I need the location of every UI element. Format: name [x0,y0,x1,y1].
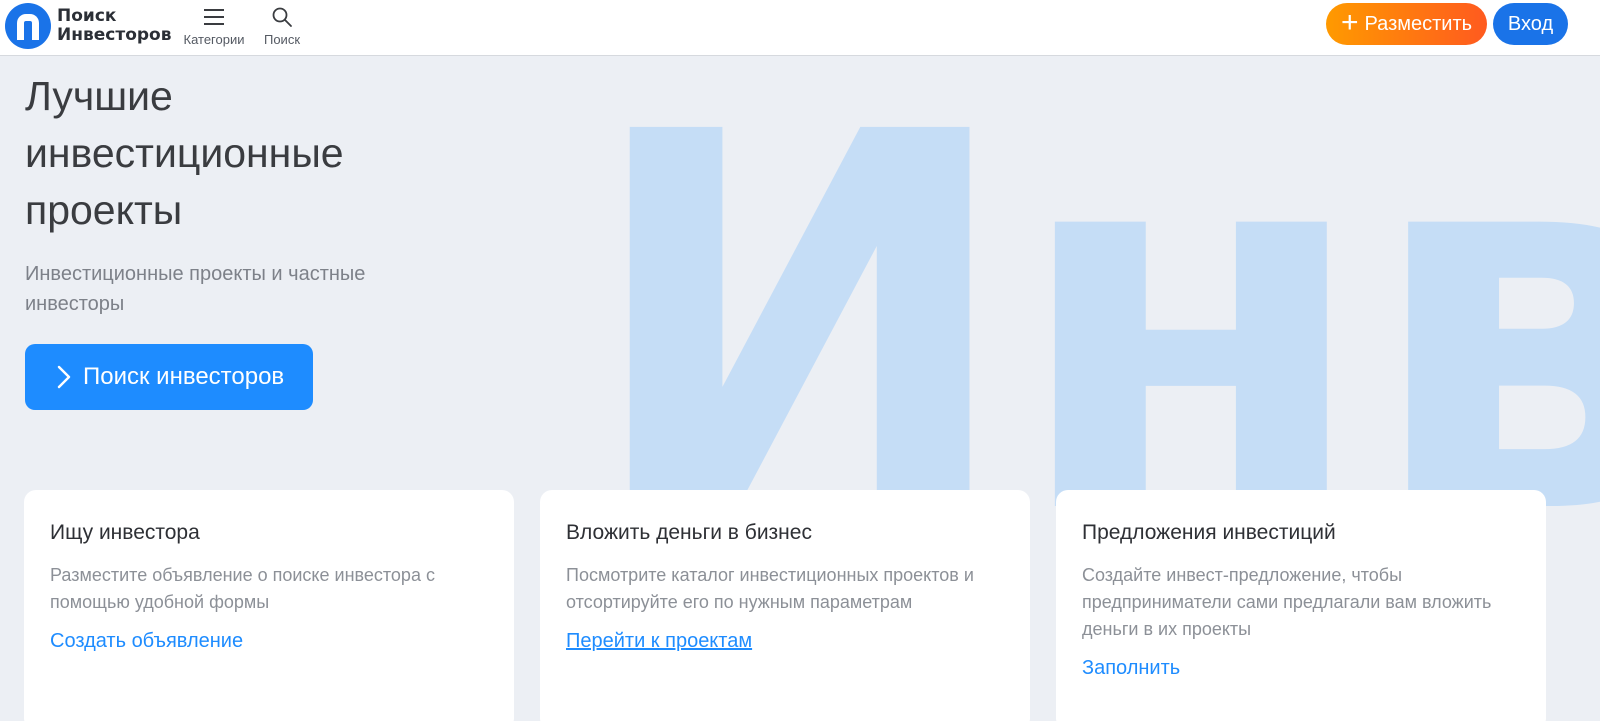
card-find-investor: Ищу инвестора Разместите объявление о по… [24,490,514,721]
hero-section: Инв Лучшие инвестиционные проекты Инвест… [0,56,1600,721]
login-label: Вход [1507,12,1554,35]
nav-categories[interactable]: Категории [183,3,245,47]
menu-icon [203,3,225,31]
card-text: Посмотрите каталог инвестиционных проект… [566,565,974,612]
card-title: Вложить деньги в бизнес [566,521,812,544]
post-ad-button[interactable]: + Разместить [1326,3,1487,45]
page-title: Лучшие инвестиционные проекты [25,73,344,233]
card-title: Предложения инвестиций [1082,521,1336,544]
logo-text: Поиск Инвесторов [57,7,171,45]
post-ad-label: Разместить [1364,12,1473,35]
login-button[interactable]: Вход [1493,3,1568,45]
chevron-right-icon [57,365,71,389]
logo-line-2: Инвесторов [57,25,172,45]
nav-search-label: Поиск [263,32,301,47]
search-investors-button[interactable]: Поиск инвесторов [25,344,313,410]
card-invest-in-business: Вложить деньги в бизнес Посмотрите катал… [540,490,1030,721]
card-title: Ищу инвестора [50,521,200,544]
create-ad-link[interactable]: Создать объявление [50,630,243,653]
card-text: Разместите объявление о поиске инвестора… [50,565,435,612]
logo-line-1: Поиск [57,6,117,26]
logo-p-icon [5,3,51,49]
search-icon [271,3,293,31]
nav-search[interactable]: Поиск [262,3,302,47]
card-text: Создайте инвест-предложение, чтобы предп… [1082,565,1492,639]
site-header: Поиск Инвесторов Категории Поиск + Разме… [0,0,1600,56]
nav-categories-label: Категории [183,32,245,47]
plus-icon: + [1340,5,1359,39]
logo[interactable]: Поиск Инвесторов [5,2,171,50]
card-investment-offers: Предложения инвестиций Создайте инвест-п… [1056,490,1546,721]
fill-in-link[interactable]: Заполнить [1082,657,1180,680]
search-investors-label: Поиск инвесторов [83,363,285,390]
go-to-projects-link[interactable]: Перейти к проектам [566,630,752,653]
hero-subtitle: Инвестиционные проекты и частные инвесто… [25,263,366,315]
